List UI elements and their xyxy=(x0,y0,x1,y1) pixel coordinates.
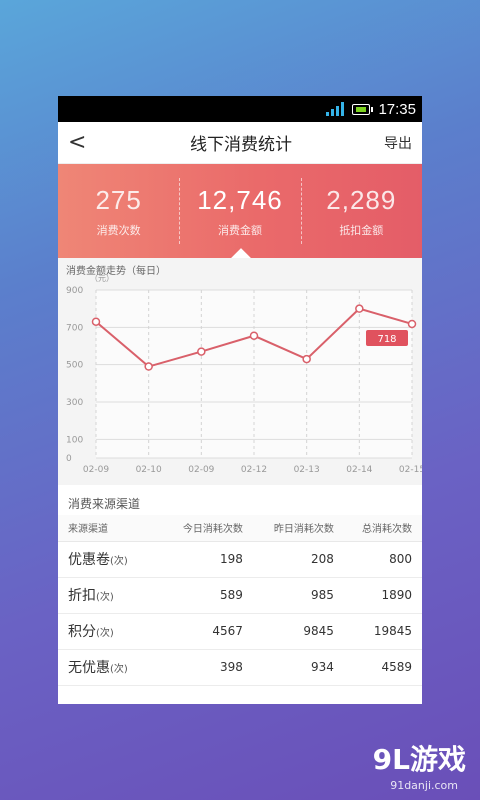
chart-svg: 0 100 300 500 700 900 02-09 02-10 02-09 02-12 02-1… xyxy=(66,286,422,475)
chevron-left-icon[interactable]: < xyxy=(68,130,98,155)
page-title: 线下消费统计 xyxy=(190,135,292,155)
row-name-text: 折扣 xyxy=(68,588,96,604)
table-row[interactable]: 积分(次) 4567 9845 19845 xyxy=(58,613,422,650)
row-name: 无优惠(次) xyxy=(58,649,162,686)
cell-total: 1890 xyxy=(343,577,422,614)
row-unit: (次) xyxy=(96,628,114,639)
clock: 17:35 xyxy=(378,100,416,118)
table-row[interactable]: 折扣(次) 589 985 1890 xyxy=(58,577,422,614)
y-tick-label: 500 xyxy=(66,361,83,371)
watermark-url: 91danji.com xyxy=(390,779,458,792)
column-header: 来源渠道 xyxy=(58,515,162,542)
row-unit: (次) xyxy=(110,556,128,567)
status-bar: 17:35 xyxy=(58,96,422,122)
x-tick-label: 02-12 xyxy=(241,465,267,475)
y-tick-label: 0 xyxy=(66,454,72,464)
column-header: 昨日消耗次数 xyxy=(252,515,344,542)
row-unit: (次) xyxy=(96,592,114,603)
stat-value: 12,746 xyxy=(197,184,283,215)
x-tick-label: 02-10 xyxy=(136,465,162,475)
row-name-text: 积分 xyxy=(68,624,96,640)
stat-deduct-amount[interactable]: 2,289 抵扣金额 xyxy=(300,164,422,258)
data-point xyxy=(144,362,153,371)
cell-total: 800 xyxy=(343,541,422,578)
stat-consume-count[interactable]: 275 消费次数 xyxy=(58,164,179,258)
column-header: 今日消耗次数 xyxy=(161,515,253,542)
signal-icon xyxy=(326,102,345,116)
data-point xyxy=(249,331,259,340)
phone-screen: 17:35 < 线下消费统计 导出 275 消费次数 12,746 消费金额 2… xyxy=(58,96,422,704)
cell-today: 398 xyxy=(161,649,253,686)
data-point xyxy=(355,304,364,313)
table-header-row: 来源渠道 今日消耗次数 昨日消耗次数 总消耗次数 xyxy=(58,515,422,542)
stat-label: 抵扣金额 xyxy=(339,223,384,237)
cell-yesterday: 208 xyxy=(252,541,344,578)
row-name: 折扣(次) xyxy=(58,577,162,614)
export-button[interactable]: 导出 xyxy=(384,133,412,153)
row-name-text: 无优惠 xyxy=(68,660,110,676)
x-tick-label: 02-09 xyxy=(188,465,214,475)
row-unit: (次) xyxy=(110,664,128,675)
cell-yesterday: 9845 xyxy=(252,613,344,650)
stat-value: 2,289 xyxy=(326,184,397,215)
highlight-label: 718 xyxy=(377,334,396,345)
table-row[interactable]: 优惠卷(次) 198 208 800 xyxy=(58,541,422,578)
stat-label: 消费次数 xyxy=(96,223,141,237)
stats-banner: 275 消费次数 12,746 消费金额 2,289 抵扣金额 xyxy=(58,164,422,268)
stat-consume-amount[interactable]: 12,746 消费金额 xyxy=(179,164,300,258)
battery-icon xyxy=(352,103,374,115)
stat-value: 275 xyxy=(95,184,142,215)
data-point xyxy=(302,354,311,364)
y-tick-label: 700 xyxy=(66,323,83,333)
title-bar: < 线下消费统计 导出 xyxy=(58,122,422,164)
x-tick-label: 02-15 xyxy=(399,465,422,475)
cell-total: 4589 xyxy=(343,649,422,686)
trend-chart: 消费金额走势（每日） （元） 0 100 300 500 700 900 02-09 02-1… xyxy=(58,258,422,485)
row-name: 积分(次) xyxy=(58,613,162,650)
y-tick-label: 900 xyxy=(66,286,83,296)
row-name-text: 优惠卷 xyxy=(68,552,110,568)
y-tick-label: 100 xyxy=(66,435,83,445)
cell-today: 589 xyxy=(161,577,253,614)
column-header: 总消耗次数 xyxy=(343,515,422,542)
x-tick-label: 02-14 xyxy=(346,465,372,475)
cell-today: 198 xyxy=(161,541,253,578)
stat-label: 消费金额 xyxy=(217,223,262,237)
cell-total: 19845 xyxy=(343,613,422,650)
cell-yesterday: 985 xyxy=(252,577,344,614)
x-tick-label: 02-13 xyxy=(294,465,320,475)
watermark-logo: 9L游戏 xyxy=(372,743,466,776)
cell-today: 4567 xyxy=(161,613,253,650)
data-point xyxy=(91,317,101,326)
y-tick-label: 300 xyxy=(66,398,83,408)
x-tick-label: 02-09 xyxy=(83,465,109,475)
source-table: 来源渠道 今日消耗次数 昨日消耗次数 总消耗次数 优惠卷(次) 198 208 … xyxy=(58,515,422,686)
data-point xyxy=(197,347,206,356)
table-row[interactable]: 无优惠(次) 398 934 4589 xyxy=(58,649,422,686)
row-name: 优惠卷(次) xyxy=(58,541,162,578)
section-title: 消费来源渠道 xyxy=(68,497,141,511)
cell-yesterday: 934 xyxy=(252,649,344,686)
data-point xyxy=(407,319,417,329)
